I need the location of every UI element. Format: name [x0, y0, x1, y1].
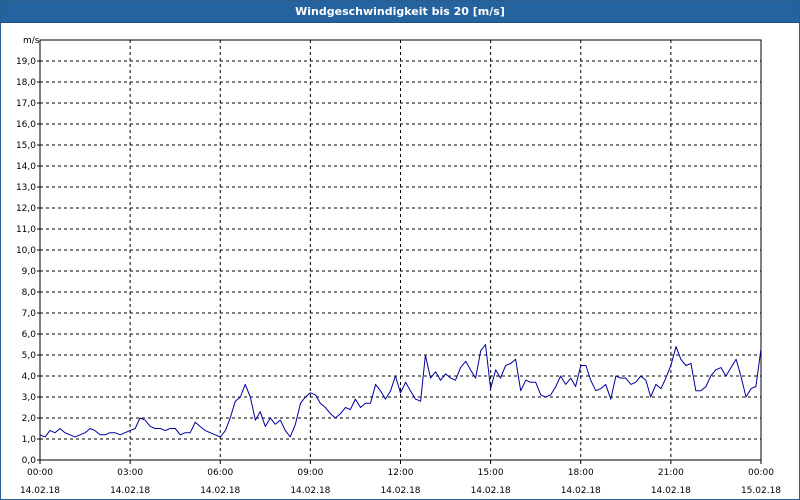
- y-tick-label: 6,0: [22, 330, 37, 340]
- x-tick-date-label: 14.02.18: [651, 486, 691, 496]
- x-tick-time-label: 03:00: [117, 468, 143, 478]
- x-tick-date-label: 14.02.18: [110, 486, 150, 496]
- x-tick-date-label: 14.02.18: [200, 486, 240, 496]
- wind-speed-chart: m/s 0,0 1,0 2,0 3,0 4,0 5,0 6,0 7,0 8,0 9,0 10,0 11…: [16, 36, 781, 496]
- window-title: Windgeschwindigkeit bis 20 [m/s]: [1, 1, 799, 23]
- x-tick-time-label: 00:00: [27, 468, 53, 478]
- x-axis-ticks: 00:00 14.02.18 03:00 14.02.18 06:00 14.02.18 0…: [20, 460, 781, 496]
- y-tick-label: 4,0: [22, 372, 37, 382]
- y-tick-label: 7,0: [22, 309, 37, 319]
- y-axis-ticks: 0,0 1,0 2,0 3,0 4,0 5,0 6,0 7,0 8,0 9,0 10,0 11,0 12…: [16, 57, 40, 466]
- y-tick-label: 18,0: [16, 78, 36, 88]
- x-tick-time-label: 15:00: [478, 468, 504, 478]
- y-tick-label: 19,0: [16, 57, 36, 67]
- y-tick-label: 1,0: [22, 435, 37, 445]
- x-tick-date-label: 14.02.18: [20, 486, 60, 496]
- y-tick-label: 15,0: [16, 141, 36, 151]
- x-tick-time-label: 21:00: [658, 468, 684, 478]
- x-tick-time-label: 12:00: [388, 468, 414, 478]
- chart-window: Windgeschwindigkeit bis 20 [m/s] m/s 0,0…: [0, 0, 800, 500]
- y-tick-label: 9,0: [22, 267, 37, 277]
- x-tick-time-label: 00:00: [748, 468, 774, 478]
- x-tick-time-label: 18:00: [568, 468, 594, 478]
- y-axis-unit-label: m/s: [23, 36, 40, 46]
- y-tick-label: 5,0: [22, 351, 37, 361]
- x-tick-date-label: 14.02.18: [380, 486, 420, 496]
- x-tick-time-label: 09:00: [297, 468, 323, 478]
- x-tick-date-label: 14.02.18: [561, 486, 601, 496]
- y-tick-label: 3,0: [22, 393, 37, 403]
- x-tick-date-label: 14.02.18: [471, 486, 511, 496]
- y-tick-label: 17,0: [16, 99, 36, 109]
- y-tick-label: 13,0: [16, 183, 36, 193]
- y-tick-label: 10,0: [16, 246, 36, 256]
- y-tick-label: 14,0: [16, 162, 36, 172]
- y-tick-label: 16,0: [16, 120, 36, 130]
- x-tick-time-label: 06:00: [207, 468, 233, 478]
- y-tick-label: 12,0: [16, 204, 36, 214]
- x-tick-date-label: 14.02.18: [290, 486, 330, 496]
- x-tick-date-label: 15.02.18: [741, 486, 781, 496]
- y-tick-label: 11,0: [16, 225, 36, 235]
- grid: [40, 40, 761, 460]
- y-tick-label: 8,0: [22, 288, 37, 298]
- y-tick-label: 0,0: [22, 456, 37, 466]
- y-tick-label: 2,0: [22, 414, 37, 424]
